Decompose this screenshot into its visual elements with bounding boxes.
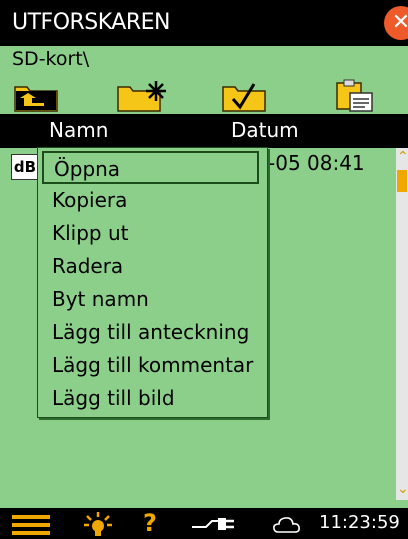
menu-item-rename[interactable]: Byt namn — [42, 283, 259, 316]
menu-item-label: Lägg till kommentar — [52, 353, 254, 377]
menu-item-label: Radera — [52, 254, 124, 278]
title-bar: UTFORSKAREN ✕ — [0, 0, 408, 46]
clipboard-icon — [336, 79, 373, 112]
scroll-down-icon[interactable]: ⌄ — [397, 482, 408, 496]
menu-item-label: Lägg till bild — [52, 386, 175, 410]
clipboard-button[interactable] — [333, 79, 377, 113]
menu-item-add-comment[interactable]: Lägg till kommentar — [42, 349, 259, 382]
cloud-icon — [273, 517, 300, 533]
menu-item-open[interactable]: Öppna — [42, 151, 259, 184]
app-title: UTFORSKAREN — [12, 10, 171, 35]
menu-item-copy[interactable]: Kopiera — [42, 184, 259, 217]
menu-item-label: Lägg till anteckning — [52, 320, 250, 344]
column-header: Namn Datum — [0, 114, 408, 148]
menu-item-cut[interactable]: Klipp ut — [42, 217, 259, 250]
toolbar — [0, 79, 408, 115]
column-date[interactable]: Datum — [231, 118, 299, 142]
close-icon[interactable]: ✕ — [384, 6, 408, 40]
folder-check-icon — [222, 83, 266, 112]
status-bar: ? 11:23:59 — [0, 508, 408, 539]
folder-up-button[interactable] — [13, 79, 59, 113]
file-date: -05 08:41 — [268, 151, 365, 175]
scrollbar[interactable]: ⌃ ⌄ — [396, 148, 408, 500]
power-plug-icon — [192, 518, 234, 530]
menu-item-label: Byt namn — [52, 287, 149, 311]
select-folder-button[interactable] — [221, 79, 267, 113]
menu-item-delete[interactable]: Radera — [42, 250, 259, 283]
scroll-thumb[interactable] — [397, 170, 407, 192]
menu-item-label: Klipp ut — [52, 221, 129, 245]
new-folder-icon — [117, 81, 166, 112]
folder-up-icon — [14, 86, 58, 112]
scroll-up-icon[interactable]: ⌃ — [397, 150, 408, 164]
menu-icon[interactable] — [12, 515, 52, 535]
new-folder-button[interactable] — [116, 79, 170, 113]
menu-item-add-note[interactable]: Lägg till anteckning — [42, 316, 259, 349]
context-menu: Öppna Kopiera Klipp ut Radera Byt namn L… — [37, 147, 268, 418]
current-path: SD-kort\ — [12, 48, 90, 70]
menu-item-add-image[interactable]: Lägg till bild — [42, 382, 259, 415]
column-name[interactable]: Namn — [49, 118, 108, 142]
explorer-screen: UTFORSKAREN ✕ SD-kort\ Namn Datum dB -05… — [0, 0, 408, 539]
menu-item-label: Kopiera — [52, 188, 128, 212]
clock: 11:23:59 — [319, 512, 400, 533]
backlight-icon[interactable] — [83, 511, 113, 537]
file-type-icon: dB — [11, 154, 39, 180]
help-icon[interactable]: ? — [143, 509, 157, 537]
menu-item-label: Öppna — [54, 157, 121, 181]
